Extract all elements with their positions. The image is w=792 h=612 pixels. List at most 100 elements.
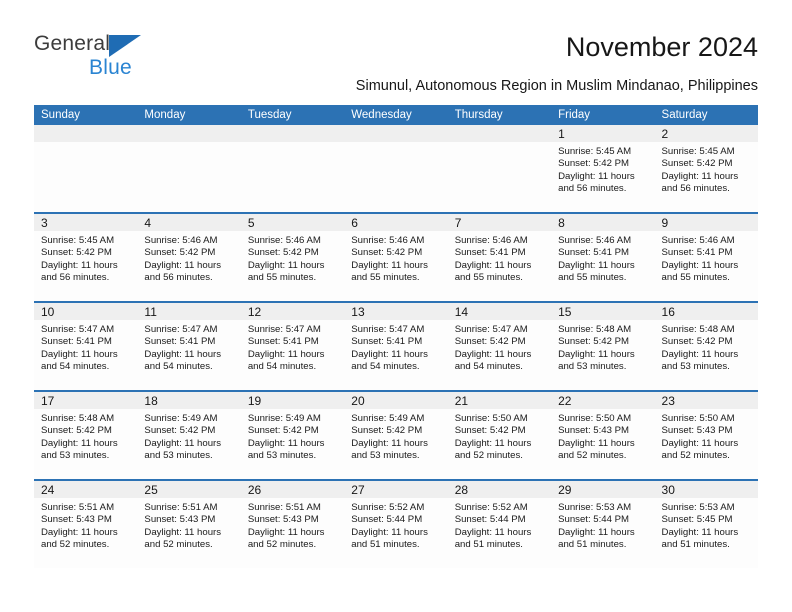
day-details: Sunrise: 5:47 AM Sunset: 5:41 PM Daylight:… bbox=[241, 320, 344, 374]
calendar-day-cell[interactable]: 23 Sunrise: 5:50 AM Sunset: 5:43 PM Dayligh… bbox=[654, 392, 758, 479]
calendar-week-row: 24 Sunrise: 5:51 AM Sunset: 5:43 PM Dayligh… bbox=[34, 479, 758, 568]
calendar-day-cell[interactable]: 19 Sunrise: 5:49 AM Sunset: 5:42 PM Dayligh… bbox=[240, 392, 345, 479]
calendar-day-cell-empty bbox=[344, 125, 448, 212]
calendar-page: General Blue November 2024 Simunul, Auto… bbox=[0, 0, 792, 612]
calendar-day-cell-empty bbox=[137, 125, 241, 212]
daylight-text: Daylight: 11 hours and 53 minutes. bbox=[247, 437, 325, 462]
calendar-day-cell-empty bbox=[240, 125, 345, 212]
daylight-text: Daylight: 11 hours and 51 minutes. bbox=[454, 526, 532, 551]
day-number: 16 bbox=[661, 305, 675, 319]
daylight-text: Daylight: 11 hours and 55 minutes. bbox=[558, 259, 635, 284]
calendar-day-cell[interactable]: 14 Sunrise: 5:47 AM Sunset: 5:42 PM Dayligh… bbox=[447, 303, 552, 390]
calendar-day-cell[interactable]: 15 Sunrise: 5:48 AM Sunset: 5:42 PM Dayligh… bbox=[551, 303, 655, 390]
day-number: 29 bbox=[558, 483, 572, 497]
day-details: Sunrise: 5:49 AM Sunset: 5:42 PM Daylight:… bbox=[241, 409, 344, 463]
sunrise-text: Sunrise: 5:46 AM bbox=[661, 235, 735, 246]
day-number-band: 11 bbox=[137, 303, 241, 320]
weekday-header-wednesday: Wednesday bbox=[351, 109, 412, 121]
page-header: General Blue November 2024 Simunul, Auto… bbox=[0, 0, 792, 100]
day-number-band: 3 bbox=[34, 214, 138, 231]
day-details: Sunrise: 5:46 AM Sunset: 5:41 PM Daylight:… bbox=[655, 231, 758, 285]
calendar-day-cell[interactable]: 5 Sunrise: 5:46 AM Sunset: 5:42 PM Daylight… bbox=[240, 214, 345, 301]
calendar-day-cell[interactable]: 27 Sunrise: 5:52 AM Sunset: 5:44 PM Dayligh… bbox=[344, 481, 448, 568]
day-details: Sunrise: 5:46 AM Sunset: 5:42 PM Daylight:… bbox=[137, 231, 240, 285]
day-details: Sunrise: 5:47 AM Sunset: 5:41 PM Daylight:… bbox=[137, 320, 240, 374]
brand-logo[interactable]: General Blue bbox=[34, 32, 234, 84]
calendar-week-row: 1 Sunrise: 5:45 AM Sunset: 5:42 PM Daylight… bbox=[34, 125, 758, 212]
daylight-text: Daylight: 11 hours and 52 minutes. bbox=[144, 526, 222, 551]
sunrise-text: Sunrise: 5:45 AM bbox=[661, 146, 735, 157]
sunset-text: Sunset: 5:42 PM bbox=[41, 425, 112, 437]
logo-text-general: General bbox=[34, 32, 111, 55]
day-details: Sunrise: 5:50 AM Sunset: 5:43 PM Daylight:… bbox=[551, 409, 654, 463]
day-number-band bbox=[34, 125, 138, 142]
calendar-day-cell[interactable]: 30 Sunrise: 5:53 AM Sunset: 5:45 PM Dayligh… bbox=[654, 481, 758, 568]
calendar-day-cell[interactable]: 16 Sunrise: 5:48 AM Sunset: 5:42 PM Dayligh… bbox=[654, 303, 758, 390]
day-details: Sunrise: 5:46 AM Sunset: 5:41 PM Daylight:… bbox=[551, 231, 654, 285]
calendar-day-cell[interactable]: 22 Sunrise: 5:50 AM Sunset: 5:43 PM Dayligh… bbox=[551, 392, 655, 479]
day-number-band: 16 bbox=[654, 303, 758, 320]
sunrise-text: Sunrise: 5:47 AM bbox=[144, 324, 218, 335]
calendar-day-cell[interactable]: 21 Sunrise: 5:50 AM Sunset: 5:42 PM Dayligh… bbox=[447, 392, 552, 479]
calendar-day-cell[interactable]: 11 Sunrise: 5:47 AM Sunset: 5:41 PM Dayligh… bbox=[137, 303, 241, 390]
calendar-day-cell[interactable]: 25 Sunrise: 5:51 AM Sunset: 5:43 PM Dayligh… bbox=[137, 481, 241, 568]
calendar-day-cell[interactable]: 13 Sunrise: 5:47 AM Sunset: 5:41 PM Dayligh… bbox=[344, 303, 448, 390]
calendar-day-cell[interactable]: 24 Sunrise: 5:51 AM Sunset: 5:43 PM Dayligh… bbox=[34, 481, 138, 568]
calendar-day-cell[interactable]: 3 Sunrise: 5:45 AM Sunset: 5:42 PM Daylight… bbox=[34, 214, 138, 301]
day-number: 10 bbox=[41, 305, 55, 319]
day-number: 9 bbox=[661, 216, 669, 230]
calendar-day-cell[interactable]: 26 Sunrise: 5:51 AM Sunset: 5:43 PM Dayligh… bbox=[240, 481, 345, 568]
calendar-day-cell[interactable]: 17 Sunrise: 5:48 AM Sunset: 5:42 PM Dayligh… bbox=[34, 392, 138, 479]
daylight-text: Daylight: 11 hours and 56 minutes. bbox=[41, 259, 118, 284]
day-number-band: 24 bbox=[34, 481, 138, 498]
sunrise-text: Sunrise: 5:48 AM bbox=[558, 324, 632, 335]
calendar-day-cell[interactable]: 6 Sunrise: 5:46 AM Sunset: 5:42 PM Daylight… bbox=[344, 214, 448, 301]
day-details: Sunrise: 5:46 AM Sunset: 5:42 PM Daylight:… bbox=[241, 231, 344, 285]
day-number: 5 bbox=[247, 216, 255, 230]
day-number-band: 22 bbox=[551, 392, 655, 409]
daylight-text: Daylight: 11 hours and 53 minutes. bbox=[558, 348, 635, 373]
day-number-band: 25 bbox=[137, 481, 241, 498]
day-details: Sunrise: 5:45 AM Sunset: 5:42 PM Daylight:… bbox=[655, 142, 758, 196]
sunrise-text: Sunrise: 5:52 AM bbox=[454, 502, 528, 513]
sunset-text: Sunset: 5:42 PM bbox=[351, 425, 423, 437]
day-details: Sunrise: 5:46 AM Sunset: 5:42 PM Daylight:… bbox=[344, 231, 447, 285]
sunset-text: Sunset: 5:43 PM bbox=[41, 514, 112, 526]
sunrise-text: Sunrise: 5:49 AM bbox=[351, 413, 425, 424]
logo-text-blue: Blue bbox=[89, 56, 132, 79]
calendar-day-cell[interactable]: 1 Sunrise: 5:45 AM Sunset: 5:42 PM Daylight… bbox=[551, 125, 655, 212]
sunset-text: Sunset: 5:41 PM bbox=[558, 247, 630, 259]
calendar-day-cell[interactable]: 29 Sunrise: 5:53 AM Sunset: 5:44 PM Dayligh… bbox=[551, 481, 655, 568]
sunset-text: Sunset: 5:43 PM bbox=[144, 514, 216, 526]
calendar-day-cell[interactable]: 10 Sunrise: 5:47 AM Sunset: 5:41 PM Dayligh… bbox=[34, 303, 138, 390]
calendar-day-cell[interactable]: 18 Sunrise: 5:49 AM Sunset: 5:42 PM Dayligh… bbox=[137, 392, 241, 479]
sunrise-text: Sunrise: 5:52 AM bbox=[351, 502, 425, 513]
day-number-band: 14 bbox=[447, 303, 552, 320]
day-number-band: 29 bbox=[551, 481, 655, 498]
day-number: 1 bbox=[558, 127, 565, 141]
calendar-day-cell[interactable]: 8 Sunrise: 5:46 AM Sunset: 5:41 PM Daylight… bbox=[551, 214, 655, 301]
day-number: 19 bbox=[247, 394, 262, 408]
calendar-day-cell[interactable]: 9 Sunrise: 5:46 AM Sunset: 5:41 PM Daylight… bbox=[654, 214, 758, 301]
calendar-day-cell[interactable]: 7 Sunrise: 5:46 AM Sunset: 5:41 PM Daylight… bbox=[447, 214, 552, 301]
calendar-day-cell[interactable]: 12 Sunrise: 5:47 AM Sunset: 5:41 PM Dayligh… bbox=[240, 303, 345, 390]
daylight-text: Daylight: 11 hours and 54 minutes. bbox=[144, 348, 222, 373]
sunrise-text: Sunrise: 5:47 AM bbox=[247, 324, 321, 335]
day-number-band bbox=[240, 125, 345, 142]
sunrise-text: Sunrise: 5:49 AM bbox=[144, 413, 218, 424]
sunset-text: Sunset: 5:44 PM bbox=[351, 514, 423, 526]
calendar-day-cell[interactable]: 4 Sunrise: 5:46 AM Sunset: 5:42 PM Daylight… bbox=[137, 214, 241, 301]
sunset-text: Sunset: 5:43 PM bbox=[558, 425, 630, 437]
sunset-text: Sunset: 5:45 PM bbox=[661, 514, 733, 526]
weekday-header-sunday: Sunday bbox=[41, 109, 81, 121]
day-details: Sunrise: 5:50 AM Sunset: 5:42 PM Daylight:… bbox=[448, 409, 551, 463]
calendar-day-cell[interactable]: 2 Sunrise: 5:45 AM Sunset: 5:42 PM Daylight… bbox=[654, 125, 758, 212]
day-number: 15 bbox=[558, 305, 572, 319]
day-number: 12 bbox=[247, 305, 262, 319]
day-number-band: 19 bbox=[240, 392, 345, 409]
sunset-text: Sunset: 5:42 PM bbox=[247, 247, 319, 259]
day-number-band: 30 bbox=[654, 481, 758, 498]
calendar-day-cell[interactable]: 20 Sunrise: 5:49 AM Sunset: 5:42 PM Dayligh… bbox=[344, 392, 448, 479]
daylight-text: Daylight: 11 hours and 54 minutes. bbox=[247, 348, 325, 373]
calendar-day-cell[interactable]: 28 Sunrise: 5:52 AM Sunset: 5:44 PM Dayligh… bbox=[447, 481, 552, 568]
